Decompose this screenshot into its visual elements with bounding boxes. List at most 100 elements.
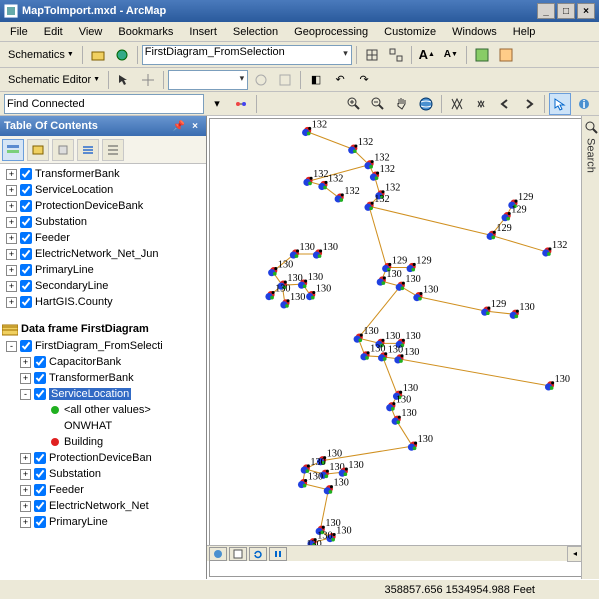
- layer-label[interactable]: ElectricNetwork_Net: [49, 500, 149, 512]
- layer-checkbox[interactable]: [34, 516, 46, 528]
- update-diagram-icon[interactable]: [385, 44, 407, 66]
- expand-icon[interactable]: +: [20, 485, 31, 496]
- schematic-editor-menu[interactable]: Schematic Editor▼: [4, 72, 104, 88]
- collapse-icon[interactable]: -: [20, 389, 31, 400]
- menu-customize[interactable]: Customize: [378, 24, 442, 40]
- toc-list-by-drawing-icon[interactable]: [2, 139, 24, 161]
- layer-checkbox[interactable]: [20, 232, 32, 244]
- find-dropdown-icon[interactable]: ▾: [206, 93, 228, 115]
- menu-edit[interactable]: Edit: [38, 24, 69, 40]
- layer-checkbox[interactable]: [34, 500, 46, 512]
- layer-checkbox[interactable]: [20, 280, 32, 292]
- layer-label[interactable]: ProtectionDeviceBan: [49, 452, 152, 464]
- search-panel-collapsed[interactable]: Search: [581, 116, 599, 579]
- layer-label[interactable]: ProtectionDeviceBank: [35, 200, 143, 212]
- layer-checkbox[interactable]: [34, 468, 46, 480]
- editor-redo-icon[interactable]: ↷: [353, 69, 375, 91]
- menu-help[interactable]: Help: [507, 24, 542, 40]
- map-view[interactable]: 1321321321321321321321321321291291291321…: [207, 116, 599, 579]
- menu-windows[interactable]: Windows: [446, 24, 503, 40]
- layer-label[interactable]: ServiceLocation: [35, 184, 113, 196]
- fixed-zoomout-icon[interactable]: [470, 93, 492, 115]
- dataframe-header[interactable]: Data frame FirstDiagram: [2, 320, 204, 338]
- layer-checkbox[interactable]: [20, 248, 32, 260]
- toc-list-by-visibility-icon[interactable]: [52, 139, 74, 161]
- toc-options-icon[interactable]: [102, 139, 124, 161]
- layer-label[interactable]: Feeder: [35, 232, 70, 244]
- layer-checkbox[interactable]: [34, 372, 46, 384]
- layout-settings-icon[interactable]: [274, 69, 296, 91]
- expand-icon[interactable]: +: [6, 297, 17, 308]
- expand-icon[interactable]: +: [6, 233, 17, 244]
- toc-pin-icon[interactable]: 📌: [172, 119, 186, 133]
- layer-checkbox[interactable]: [20, 168, 32, 180]
- generate-diagram-icon[interactable]: [111, 44, 133, 66]
- layer-checkbox[interactable]: [20, 216, 32, 228]
- toc-list-by-source-icon[interactable]: [27, 139, 49, 161]
- layer-label[interactable]: Substation: [49, 468, 101, 480]
- next-extent-icon[interactable]: [518, 93, 540, 115]
- layer-label-selected[interactable]: ServiceLocation: [49, 388, 131, 400]
- schematic-refresh-icon[interactable]: [471, 44, 493, 66]
- diagram-dropdown[interactable]: FirstDiagram_FromSelection: [142, 45, 352, 65]
- editor-layout-dropdown[interactable]: [168, 70, 248, 90]
- expand-icon[interactable]: +: [6, 201, 17, 212]
- pause-drawing-icon[interactable]: [269, 547, 287, 561]
- menu-geoprocessing[interactable]: Geoprocessing: [288, 24, 374, 40]
- editor-undo-icon[interactable]: ↶: [329, 69, 351, 91]
- layer-label[interactable]: ElectricNetwork_Net_Jun: [35, 248, 159, 260]
- layer-checkbox[interactable]: [34, 388, 46, 400]
- expand-icon[interactable]: +: [6, 169, 17, 180]
- refresh-view-icon[interactable]: [249, 547, 267, 561]
- font-increase-button[interactable]: A▲: [416, 44, 438, 66]
- schematic-save-icon[interactable]: [495, 44, 517, 66]
- toc-list-by-selection-icon[interactable]: [77, 139, 99, 161]
- prev-extent-icon[interactable]: [494, 93, 516, 115]
- fixed-zoomin-icon[interactable]: [446, 93, 468, 115]
- propagate-map-icon[interactable]: [361, 44, 383, 66]
- symbol-label[interactable]: Building: [64, 436, 103, 448]
- layer-label[interactable]: PrimaryLine: [49, 516, 108, 528]
- layer-label[interactable]: CapacitorBank: [49, 356, 121, 368]
- menu-file[interactable]: File: [4, 24, 34, 40]
- expand-icon[interactable]: +: [6, 265, 17, 276]
- layer-checkbox[interactable]: [20, 200, 32, 212]
- find-go-icon[interactable]: [230, 93, 252, 115]
- edit-move-icon[interactable]: [137, 69, 159, 91]
- select-elements-icon[interactable]: [549, 93, 571, 115]
- layer-checkbox[interactable]: [34, 452, 46, 464]
- expand-icon[interactable]: +: [6, 185, 17, 196]
- font-decrease-button[interactable]: A▼: [440, 44, 462, 66]
- layer-checkbox[interactable]: [34, 356, 46, 368]
- identify-icon[interactable]: i: [573, 93, 595, 115]
- open-diagram-icon[interactable]: [87, 44, 109, 66]
- layer-label[interactable]: Substation: [35, 216, 87, 228]
- layout-view-tab[interactable]: [229, 547, 247, 561]
- collapse-icon[interactable]: -: [6, 341, 17, 352]
- full-extent-icon[interactable]: [415, 93, 437, 115]
- expand-icon[interactable]: +: [6, 281, 17, 292]
- zoom-in-icon[interactable]: [343, 93, 365, 115]
- layer-label[interactable]: HartGIS.County: [35, 296, 113, 308]
- layout-apply-icon[interactable]: [250, 69, 272, 91]
- symbol-label[interactable]: <all other values>: [64, 404, 151, 416]
- layer-label[interactable]: TransformerBank: [35, 168, 120, 180]
- pan-icon[interactable]: [391, 93, 413, 115]
- data-view-tab[interactable]: [209, 547, 227, 561]
- expand-icon[interactable]: +: [20, 357, 31, 368]
- layer-checkbox[interactable]: [20, 296, 32, 308]
- find-input[interactable]: [4, 94, 204, 114]
- zoom-out-icon[interactable]: [367, 93, 389, 115]
- expand-icon[interactable]: +: [20, 453, 31, 464]
- menu-view[interactable]: View: [73, 24, 109, 40]
- edit-select-icon[interactable]: [113, 69, 135, 91]
- expand-icon[interactable]: +: [20, 501, 31, 512]
- expand-icon[interactable]: +: [20, 469, 31, 480]
- menu-insert[interactable]: Insert: [183, 24, 223, 40]
- schematics-menu[interactable]: Schematics▼: [4, 47, 78, 63]
- menu-selection[interactable]: Selection: [227, 24, 284, 40]
- layer-label[interactable]: PrimaryLine: [35, 264, 94, 276]
- layer-label[interactable]: SecondaryLine: [35, 280, 108, 292]
- expand-icon[interactable]: +: [6, 249, 17, 260]
- expand-icon[interactable]: +: [20, 517, 31, 528]
